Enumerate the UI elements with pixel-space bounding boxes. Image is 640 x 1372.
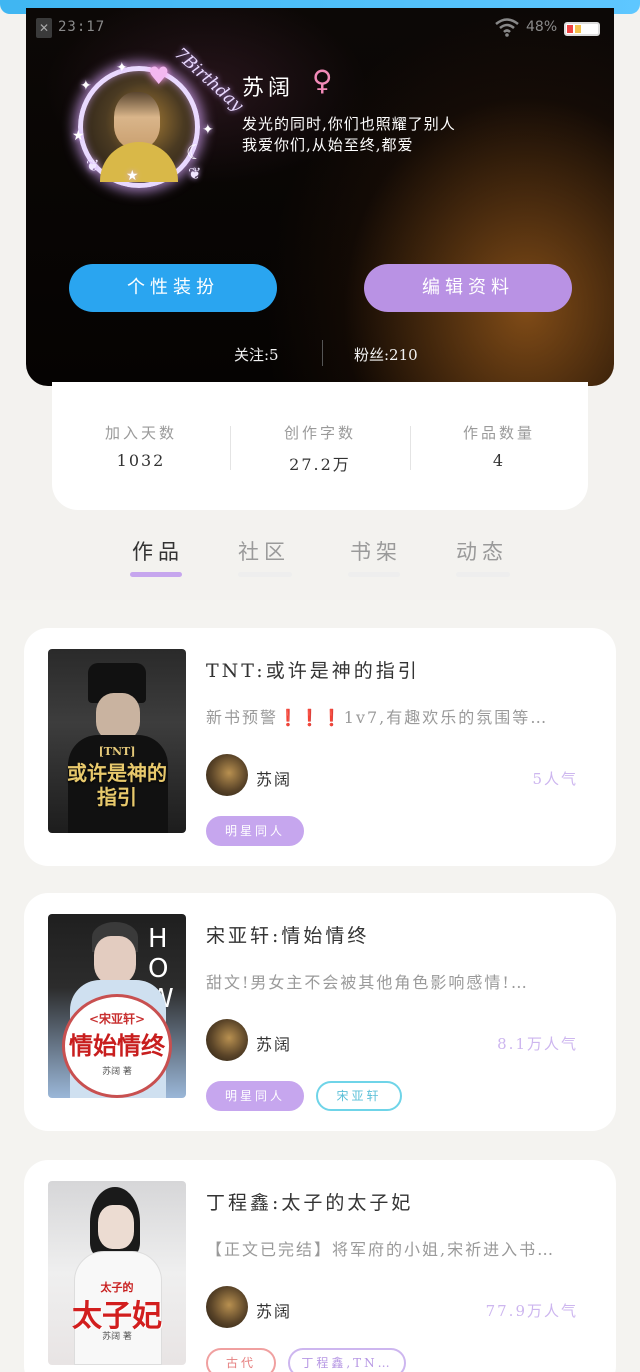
book-cover[interactable]: 太子的 太子妃 苏阔 著	[48, 1181, 186, 1365]
cover-figure-face	[98, 1205, 134, 1249]
author-name: 苏阔	[256, 770, 293, 789]
stat-value: 27.2万	[289, 455, 351, 474]
star-icon: ✦	[116, 60, 128, 76]
tag[interactable]: 明星同人	[206, 816, 304, 846]
stat-word-count: 创作字数 27.2万	[231, 422, 409, 475]
user-bio: 发光的同时,你们也照耀了别人 我爱你们,从始至终,都爱	[242, 114, 456, 156]
star-icon: ★	[126, 168, 139, 184]
stat-label: 创作字数	[283, 424, 356, 442]
cover-subtitle: <宋亚轩>	[88, 1012, 146, 1026]
stat-label: 加入天数	[104, 424, 177, 442]
popularity: 8.1万人气	[497, 1035, 578, 1053]
book-title[interactable]: TNT:或许是神的指引	[206, 656, 420, 683]
star-icon: ✦	[80, 78, 92, 94]
stat-value: 1032	[116, 451, 166, 470]
book-description: 【正文已完结】将军府的小姐,宋祈进入书…	[206, 1240, 556, 1259]
bio-line-1: 发光的同时,你们也照耀了别人	[242, 115, 456, 133]
tab-community[interactable]: 社区	[238, 536, 290, 566]
tag[interactable]: 古代	[206, 1348, 276, 1372]
stat-label: 作品数量	[462, 424, 535, 442]
cover-title: 情始情终	[69, 1031, 165, 1060]
work-card[interactable]: 太子的 太子妃 苏阔 著 丁程鑫:太子的太子妃 【正文已完结】将军府的小姐,宋祈…	[24, 1160, 616, 1372]
cover-title: 或许是神的指引	[67, 761, 167, 809]
tab-indicator	[130, 572, 182, 577]
avatar[interactable]: ♥ 7Birthday ✦ ✦ ★ ✦ ★ ☾ ❦ ❦	[66, 36, 247, 206]
close-icon[interactable]: ✕	[36, 18, 52, 38]
status-time: 23:17	[58, 19, 106, 35]
author-avatar	[206, 1286, 248, 1328]
tag[interactable]: 明星同人	[206, 1081, 304, 1111]
author-avatar	[206, 1019, 248, 1061]
tab-indicator	[456, 572, 510, 577]
tab-indicator	[348, 572, 400, 577]
edit-profile-button[interactable]: 编辑资料	[364, 264, 572, 312]
profile-header: ✕ 23:17 48% ♥ 7Birthday ✦ ✦ ★ ✦ ★ ☾ ❦ ❦ …	[26, 8, 614, 386]
book-description: 甜文!男女主不会被其他角色影响感情!…	[206, 973, 529, 992]
cover-author: 苏阔 著	[102, 1332, 132, 1342]
bio-line-2: 我爱你们,从始至终,都爱	[242, 136, 414, 154]
author-name: 苏阔	[256, 1302, 293, 1321]
popularity: 5人气	[532, 770, 578, 788]
butterfly-icon: ❦	[86, 156, 100, 175]
wifi-icon	[494, 16, 520, 43]
tab-bookshelf[interactable]: 书架	[350, 536, 402, 566]
book-description: 新书预警❗️❗️❗️1v7,有趣欢乐的氛围等…	[206, 708, 549, 727]
cover-subtitle: [TNT]	[98, 745, 136, 758]
work-card[interactable]: [TNT] 或许是神的指引 TNT:或许是神的指引 新书预警❗️❗️❗️1v7,…	[24, 628, 616, 866]
book-title[interactable]: 丁程鑫:太子的太子妃	[206, 1188, 413, 1215]
heart-icon: ♥	[148, 62, 170, 90]
tag[interactable]: 丁程鑫,TN…	[288, 1348, 406, 1372]
fans-count[interactable]: 粉丝:210	[354, 344, 418, 365]
avatar-face	[114, 92, 160, 148]
butterfly-icon: ❦	[188, 164, 202, 183]
popularity: 77.9万人气	[485, 1302, 578, 1320]
cover-figure-face	[94, 936, 136, 984]
dress-up-button[interactable]: 个性装扮	[69, 264, 277, 312]
author-avatar	[206, 754, 248, 796]
tab-activity[interactable]: 动态	[456, 536, 508, 566]
female-icon: ♀	[312, 64, 333, 97]
tab-works[interactable]: 作品	[132, 536, 184, 566]
work-card[interactable]: HOW <宋亚轩> 情始情终 苏阔 著 宋亚轩:情始情终 甜文!男女主不会被其他…	[24, 893, 616, 1131]
book-title[interactable]: 宋亚轩:情始情终	[206, 921, 369, 948]
star-icon: ★	[72, 128, 85, 144]
stats-card: 加入天数 1032 创作字数 27.2万 作品数量 4	[52, 382, 588, 510]
user-name: 苏阔	[242, 76, 295, 101]
follow-row: 关注:5 粉丝:210	[26, 340, 614, 370]
following-count[interactable]: 关注:5	[234, 344, 279, 365]
moon-icon: ☾	[186, 140, 204, 164]
stat-value: 4	[492, 451, 506, 470]
author-name: 苏阔	[256, 1035, 293, 1054]
star-icon: ✦	[202, 122, 214, 138]
tag[interactable]: 宋亚轩	[316, 1081, 402, 1111]
stat-join-days: 加入天数 1032	[52, 422, 230, 470]
stat-works-count: 作品数量 4	[410, 422, 588, 470]
tab-bar: 作品 社区 书架 动态	[0, 528, 640, 588]
book-cover[interactable]: [TNT] 或许是神的指引	[48, 649, 186, 833]
battery-icon	[564, 22, 600, 36]
cover-author: 苏阔 著	[102, 1067, 132, 1077]
book-cover[interactable]: HOW <宋亚轩> 情始情终 苏阔 著	[48, 914, 186, 1098]
battery-percent: 48%	[526, 19, 558, 35]
divider	[322, 340, 323, 366]
tab-indicator	[238, 572, 292, 577]
cover-figure-face	[96, 693, 140, 741]
